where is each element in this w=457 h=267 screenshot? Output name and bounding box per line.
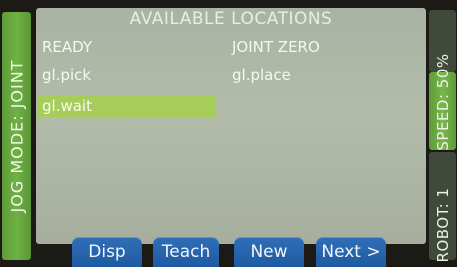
next-button[interactable]: Next > xyxy=(316,237,386,267)
new-button[interactable]: New xyxy=(234,237,304,267)
jog-mode-bar[interactable]: JOG MODE: JOINT xyxy=(2,12,31,260)
jog-mode-label: JOG MODE: JOINT xyxy=(7,59,26,213)
location-item-ready[interactable]: READY xyxy=(38,36,96,58)
location-item-gl-pick[interactable]: gl.pick xyxy=(38,64,95,86)
speed-label: SPEED: 50% xyxy=(433,53,452,151)
locations-panel: AVAILABLE LOCATIONS READY JOINT ZERO gl.… xyxy=(36,8,426,244)
location-item-joint-zero[interactable]: JOINT ZERO xyxy=(228,36,324,58)
robot-label: ROBOT: 1 xyxy=(433,187,452,263)
location-item-gl-place[interactable]: gl.place xyxy=(228,64,295,86)
location-item-gl-wait[interactable]: gl.wait xyxy=(38,95,216,117)
robot-tab[interactable]: ROBOT: 1 xyxy=(429,152,456,263)
disp-button[interactable]: Disp xyxy=(72,237,142,267)
teach-pendant-screen: JOG MODE: JOINT AVAILABLE LOCATIONS READ… xyxy=(0,0,457,267)
speed-tab[interactable]: SPEED: 50% xyxy=(429,53,456,150)
page-title: AVAILABLE LOCATIONS xyxy=(129,9,333,29)
teach-button[interactable]: Teach xyxy=(153,237,219,267)
